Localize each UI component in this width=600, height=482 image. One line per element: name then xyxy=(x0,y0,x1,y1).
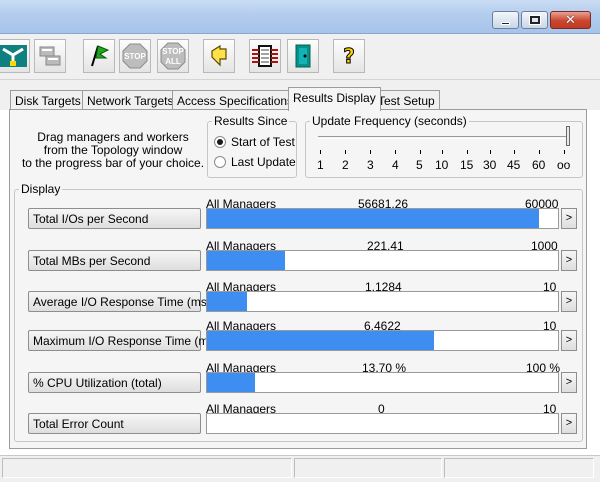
start-button[interactable] xyxy=(83,39,115,73)
status-cell xyxy=(444,458,594,478)
stop-all-button[interactable]: STOP ALL xyxy=(157,39,189,73)
tick-label: 2 xyxy=(342,158,349,172)
minimize-icon xyxy=(501,21,510,25)
metric-select-button[interactable]: Total I/Os per Second xyxy=(28,208,201,229)
help-icon: ? xyxy=(343,44,356,69)
tick-label: 5 xyxy=(416,158,423,172)
metric-select-button[interactable]: Average I/O Response Time (ms) xyxy=(28,291,211,312)
copy-worker-button[interactable] xyxy=(249,39,281,73)
progress-bar[interactable] xyxy=(206,250,559,271)
maximize-button[interactable] xyxy=(521,11,548,29)
update-frequency-legend: Update Frequency (seconds) xyxy=(312,114,467,128)
status-cell xyxy=(294,458,442,478)
radio-label: Last Update xyxy=(231,155,296,169)
help-button[interactable]: ? xyxy=(333,39,365,73)
slider-tick xyxy=(395,150,396,154)
exit-button[interactable] xyxy=(287,39,319,73)
tab-network-targets[interactable]: Network Targets xyxy=(82,90,179,110)
slider-tick xyxy=(320,150,321,154)
more-button[interactable]: > xyxy=(561,413,577,434)
reset-button[interactable] xyxy=(203,39,235,73)
slider-tick xyxy=(345,150,346,154)
metric-select-button[interactable]: Total Error Count xyxy=(28,413,201,434)
slider-tick xyxy=(539,150,540,154)
tick-label: 3 xyxy=(367,158,374,172)
results-since-legend: Results Since xyxy=(214,114,288,128)
tab-results-display[interactable]: Results Display xyxy=(288,87,381,111)
tick-label: 60 xyxy=(532,158,546,172)
stop-all-sublabel: ALL xyxy=(165,57,181,66)
tick-label: oo xyxy=(557,158,571,172)
drag-instructions: Drag managers and workers from the Topol… xyxy=(18,131,208,170)
slider-tick xyxy=(514,150,515,154)
slider-tick xyxy=(442,150,443,154)
disk-workers-button[interactable] xyxy=(34,39,66,73)
stop-all-icon: STOP ALL xyxy=(160,42,186,70)
progress-fill xyxy=(207,209,539,228)
radio-last-update[interactable]: Last Update xyxy=(214,155,296,169)
display-legend: Display xyxy=(21,182,61,196)
status-bar xyxy=(0,455,600,482)
topology-icon xyxy=(0,45,27,67)
status-cell xyxy=(2,458,292,478)
disk-workers-icon xyxy=(39,46,61,66)
stop-all-label: STOP xyxy=(162,47,184,56)
radio-start-of-test[interactable]: Start of Test xyxy=(214,135,295,149)
progress-bar[interactable] xyxy=(206,413,559,434)
tick-label: 4 xyxy=(392,158,399,172)
slider-tick xyxy=(490,150,491,154)
stop-label: STOP xyxy=(124,52,146,61)
window-titlebar: ✕ xyxy=(0,0,600,34)
tick-label: 1 xyxy=(317,158,324,172)
maximize-icon xyxy=(528,15,541,25)
progress-bar[interactable] xyxy=(206,330,559,351)
close-icon: ✕ xyxy=(565,12,576,28)
progress-fill xyxy=(207,292,247,311)
toolbar: STOP STOP ALL ? xyxy=(0,34,600,80)
more-button[interactable]: > xyxy=(561,250,577,271)
slider-tick xyxy=(420,150,421,154)
tab-disk-targets[interactable]: Disk Targets xyxy=(10,90,86,110)
progress-bar[interactable] xyxy=(206,291,559,312)
radio-label: Start of Test xyxy=(231,135,295,149)
radio-selected-indicator xyxy=(214,136,226,148)
copy-worker-icon xyxy=(252,45,278,67)
progress-bar[interactable] xyxy=(206,372,559,393)
metric-select-button[interactable]: Maximum I/O Response Time (ms) xyxy=(28,330,218,351)
radio-indicator xyxy=(214,156,226,168)
slider-tick xyxy=(564,150,565,154)
update-frequency-slider-track[interactable] xyxy=(318,136,568,139)
minimize-button[interactable] xyxy=(492,11,519,29)
tab-test-setup[interactable]: Test Setup xyxy=(373,90,440,110)
more-button[interactable]: > xyxy=(561,330,577,351)
close-button[interactable]: ✕ xyxy=(550,11,591,29)
more-button[interactable]: > xyxy=(561,372,577,393)
progress-fill xyxy=(207,373,256,392)
tab-access-specifications[interactable]: Access Specifications xyxy=(172,90,299,110)
tick-label: 30 xyxy=(483,158,497,172)
more-button[interactable]: > xyxy=(561,208,577,229)
stop-icon: STOP xyxy=(122,43,148,69)
metric-select-button[interactable]: Total MBs per Second xyxy=(28,250,201,271)
topology-button[interactable] xyxy=(0,39,30,73)
progress-bar[interactable] xyxy=(206,208,559,229)
slider-tick xyxy=(467,150,468,154)
more-button[interactable]: > xyxy=(561,291,577,312)
exit-icon xyxy=(295,44,311,68)
reset-icon xyxy=(211,44,227,67)
tick-label: 15 xyxy=(460,158,474,172)
tab-strip: Disk Targets Network Targets Access Spec… xyxy=(0,80,600,111)
svg-text:?: ? xyxy=(343,44,355,68)
stop-button[interactable]: STOP xyxy=(119,39,151,73)
start-flag-icon xyxy=(91,45,110,67)
metric-select-button[interactable]: % CPU Utilization (total) xyxy=(28,372,201,393)
tick-label: 10 xyxy=(435,158,449,172)
update-frequency-slider-thumb[interactable] xyxy=(566,126,570,146)
progress-fill xyxy=(207,331,434,350)
drag-instructions-line: to the progress bar of your choice. xyxy=(21,156,205,170)
tick-label: 45 xyxy=(507,158,521,172)
progress-fill xyxy=(207,251,285,270)
slider-tick xyxy=(370,150,371,154)
